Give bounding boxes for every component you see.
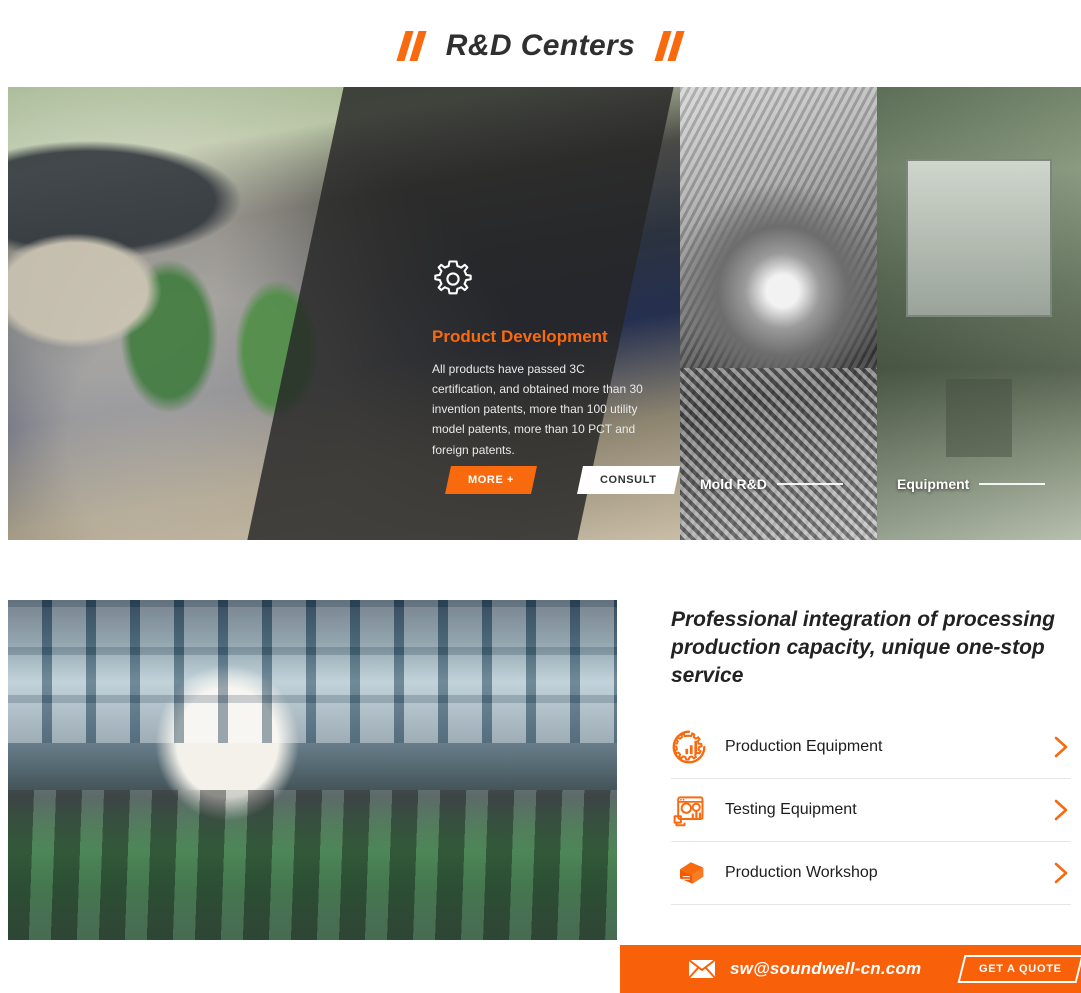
service-item-production-equipment[interactable]: Production Equipment: [671, 716, 1071, 779]
service-item-testing-equipment[interactable]: Testing Equipment: [671, 779, 1071, 842]
section-title: R&D Centers: [0, 22, 1081, 70]
get-a-quote-button[interactable]: GET A QUOTE: [957, 955, 1081, 983]
page-title: R&D Centers: [445, 29, 636, 62]
cta-bar: sw@soundwell-cn.com GET A QUOTE: [620, 945, 1081, 993]
workshop-photo: [8, 600, 617, 940]
page-root: R&D Centers Mold R&D Equipment Product D…: [0, 0, 1081, 993]
gear-chart-icon: [672, 730, 706, 764]
chevron-right-icon[interactable]: [1051, 861, 1071, 885]
gallery-panel-mold-rd[interactable]: Mold R&D: [680, 87, 877, 540]
workshop-book-icon: [680, 861, 704, 884]
get-a-quote-label: GET A QUOTE: [979, 963, 1063, 975]
mold-rd-label-group: Mold R&D: [700, 476, 843, 492]
service-label: Production Equipment: [725, 737, 883, 755]
service-label: Testing Equipment: [725, 800, 857, 818]
mail-icon: [688, 959, 716, 979]
testing-meter-icon: [673, 796, 704, 827]
more-button[interactable]: MORE +: [445, 466, 538, 494]
mold-rd-label: Mold R&D: [700, 476, 767, 492]
gear-icon: [434, 260, 472, 295]
services-column: Professional integration of processing p…: [671, 606, 1071, 905]
consult-button[interactable]: CONSULT: [577, 466, 680, 494]
product-development-description: All products have passed 3C certificatio…: [432, 362, 643, 457]
equipment-rule: [979, 483, 1046, 485]
chevron-right-icon[interactable]: [1051, 735, 1071, 759]
equipment-label-group: Equipment: [897, 476, 1046, 492]
mold-rd-rule: [776, 483, 843, 485]
chevron-right-icon[interactable]: [1051, 798, 1071, 822]
cta-email[interactable]: sw@soundwell-cn.com: [730, 959, 921, 979]
product-development-buttons: MORE + CONSULT: [445, 466, 680, 494]
title-slash-right-icon: [654, 31, 685, 61]
title-slash-left-icon: [396, 31, 427, 61]
services-lead: Professional integration of processing p…: [671, 608, 1055, 687]
mold-rd-photo: [680, 87, 877, 540]
service-item-production-workshop[interactable]: Production Workshop: [671, 842, 1071, 905]
product-development-content: Product Development All products have pa…: [432, 258, 647, 460]
equipment-label: Equipment: [897, 476, 970, 492]
services-list: Production Equipment Testing Equipment P…: [671, 716, 1071, 905]
gallery-panel-equipment[interactable]: Equipment: [877, 87, 1081, 540]
equipment-photo: [877, 87, 1081, 540]
consult-button-label: CONSULT: [600, 474, 657, 486]
product-development-title: Product Development: [432, 327, 608, 346]
service-label: Production Workshop: [725, 863, 878, 881]
more-button-label: MORE +: [468, 474, 515, 486]
